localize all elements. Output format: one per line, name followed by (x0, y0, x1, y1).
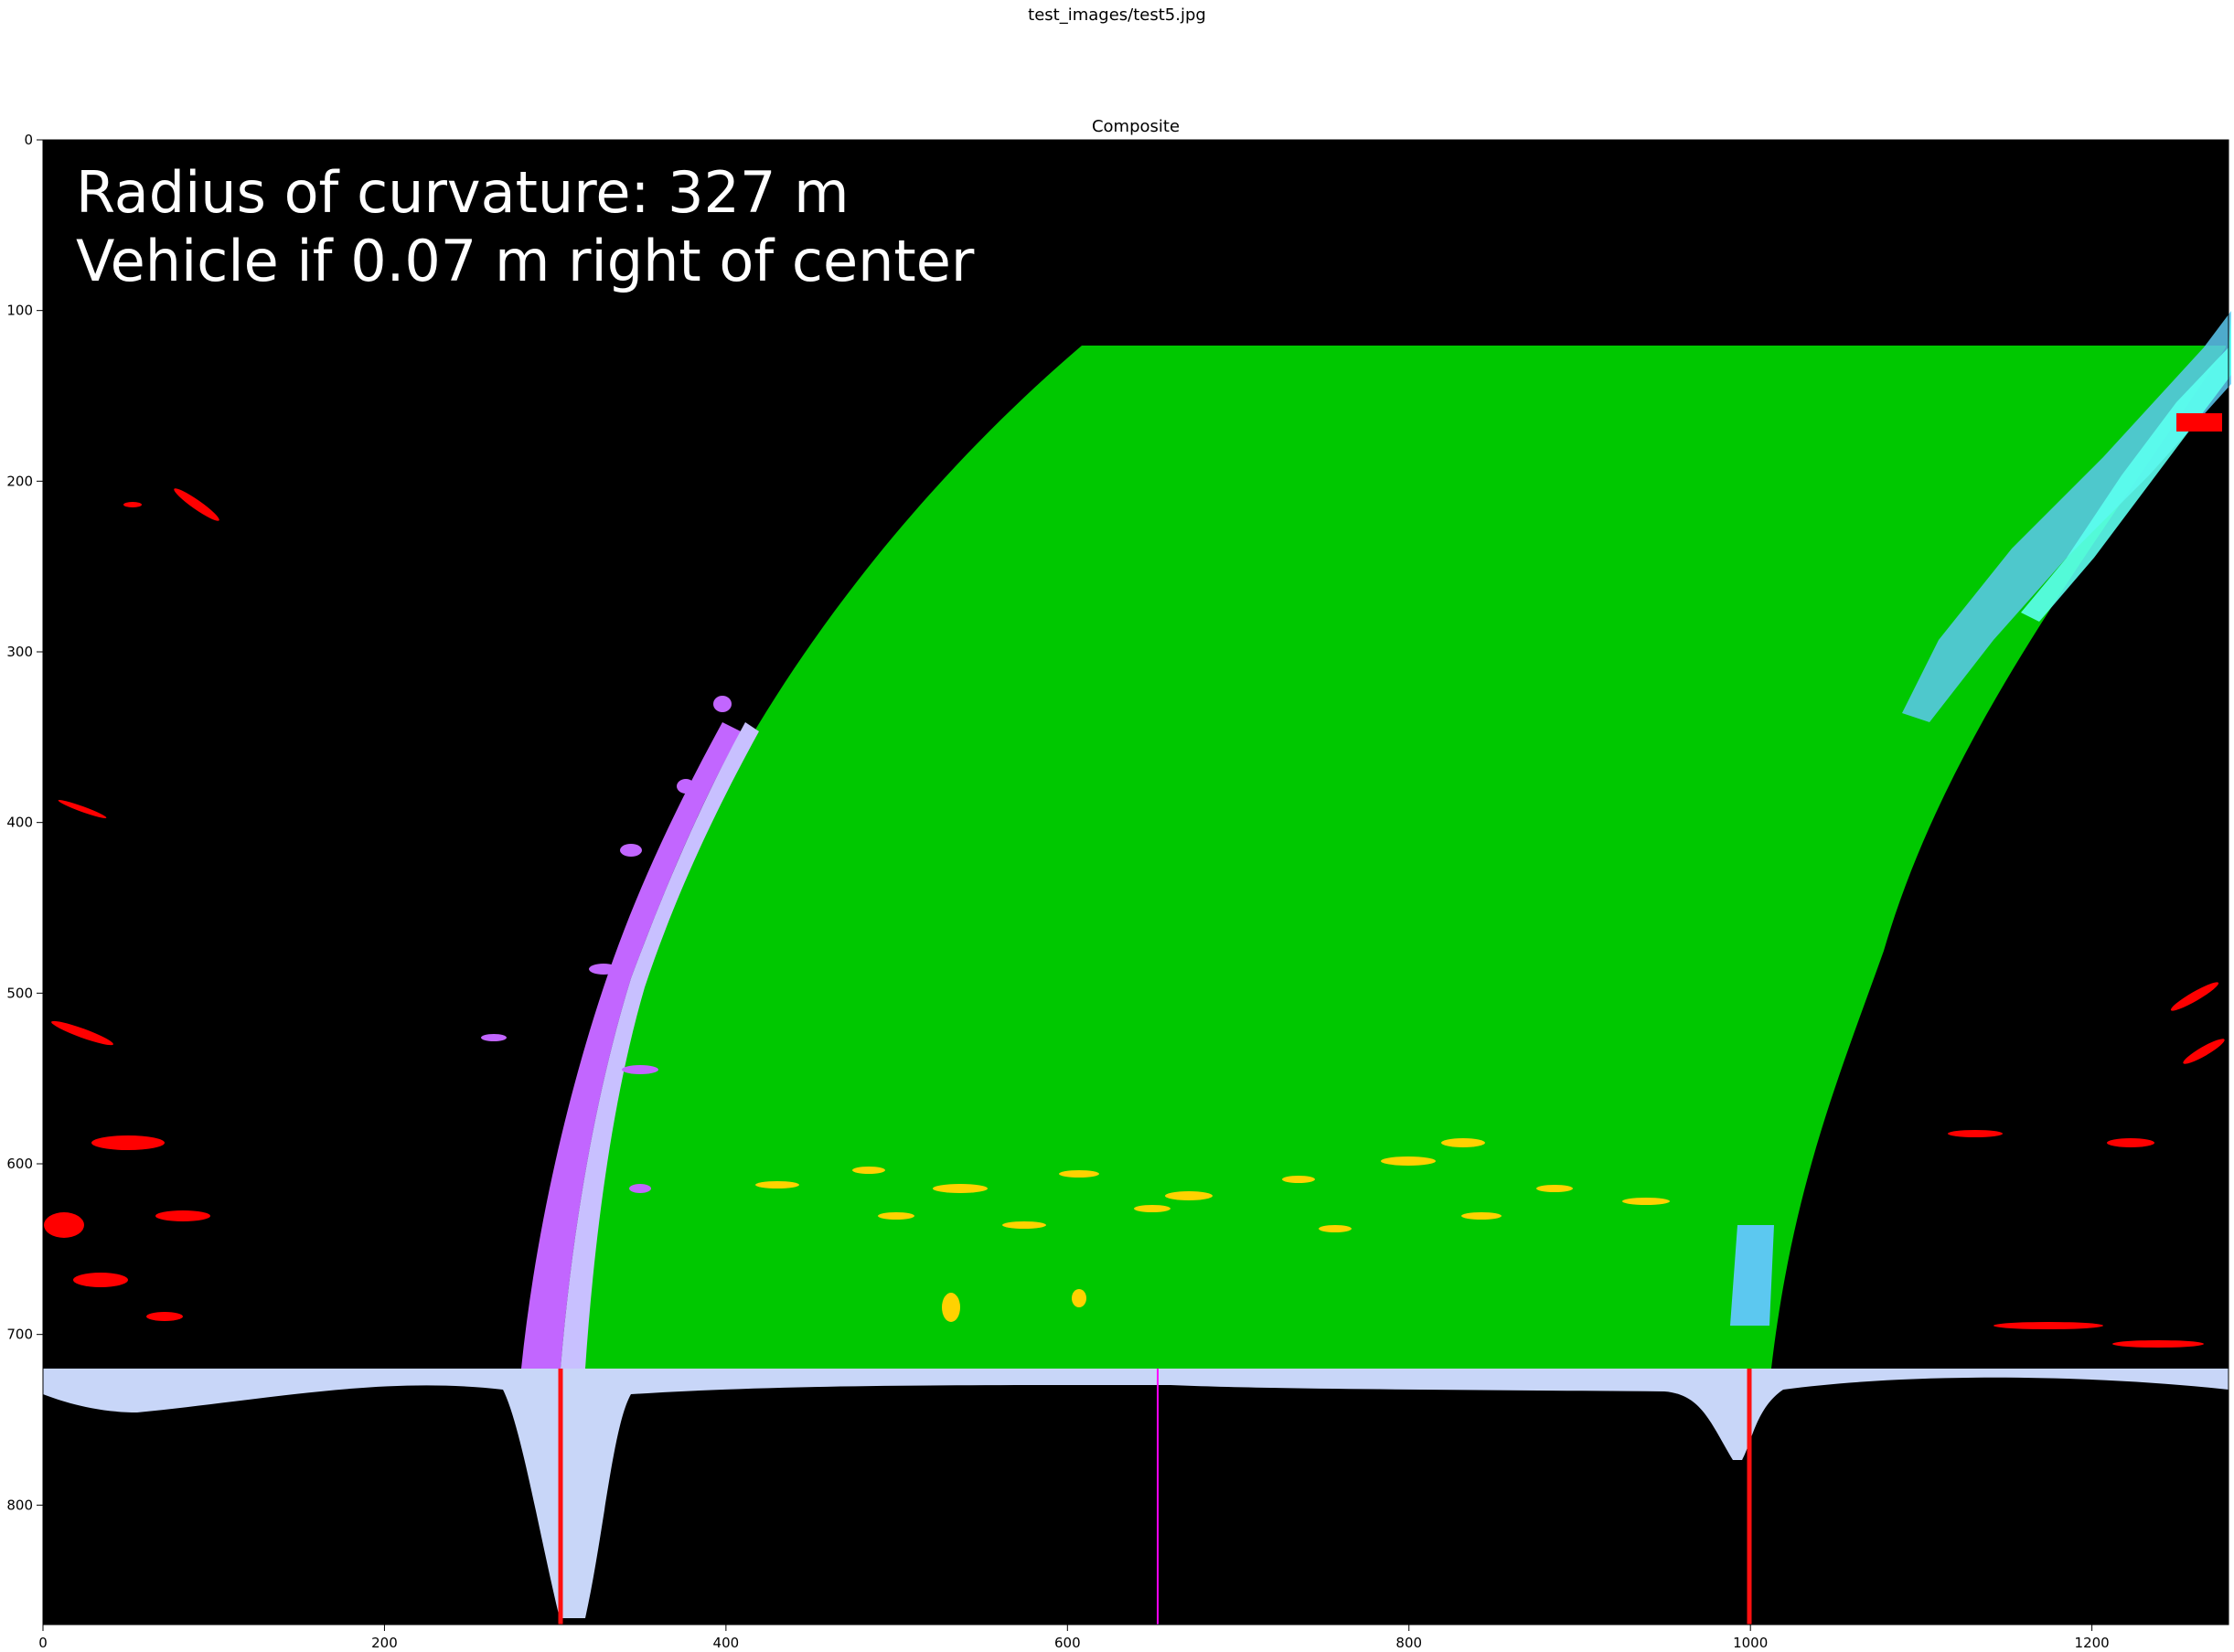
x-tick-label: 800 (1395, 1635, 1422, 1651)
vehicle-offset-label: Vehicle if 0.07 m right of center (76, 228, 975, 294)
x-tick-label: 0 (38, 1635, 48, 1651)
composite-figure: Radius of curvature: 327 m Vehicle if 0.… (6, 132, 2231, 1651)
x-tick-label: 1000 (1733, 1635, 1768, 1651)
x-axis-ticks: 0 200 400 600 800 1000 1200 (38, 1625, 2110, 1651)
y-tick-label: 600 (6, 1156, 33, 1172)
y-tick-label: 200 (6, 473, 33, 489)
red-corner-mark (2176, 413, 2222, 432)
x-tick-label: 1200 (2075, 1635, 2110, 1651)
right-lane-line (1730, 1225, 1774, 1326)
curvature-label: Radius of curvature: 327 m (76, 159, 850, 226)
y-tick-label: 800 (6, 1497, 33, 1513)
x-tick-label: 600 (1054, 1635, 1081, 1651)
y-tick-label: 700 (6, 1327, 33, 1343)
x-tick-label: 200 (371, 1635, 398, 1651)
y-tick-label: 400 (6, 815, 33, 831)
y-tick-label: 500 (6, 985, 33, 1001)
y-tick-label: 0 (24, 132, 33, 148)
y-tick-label: 300 (6, 644, 33, 660)
y-tick-label: 100 (6, 303, 33, 319)
x-tick-label: 400 (713, 1635, 740, 1651)
y-axis-ticks: 0 100 200 300 400 500 600 700 800 (6, 132, 43, 1513)
